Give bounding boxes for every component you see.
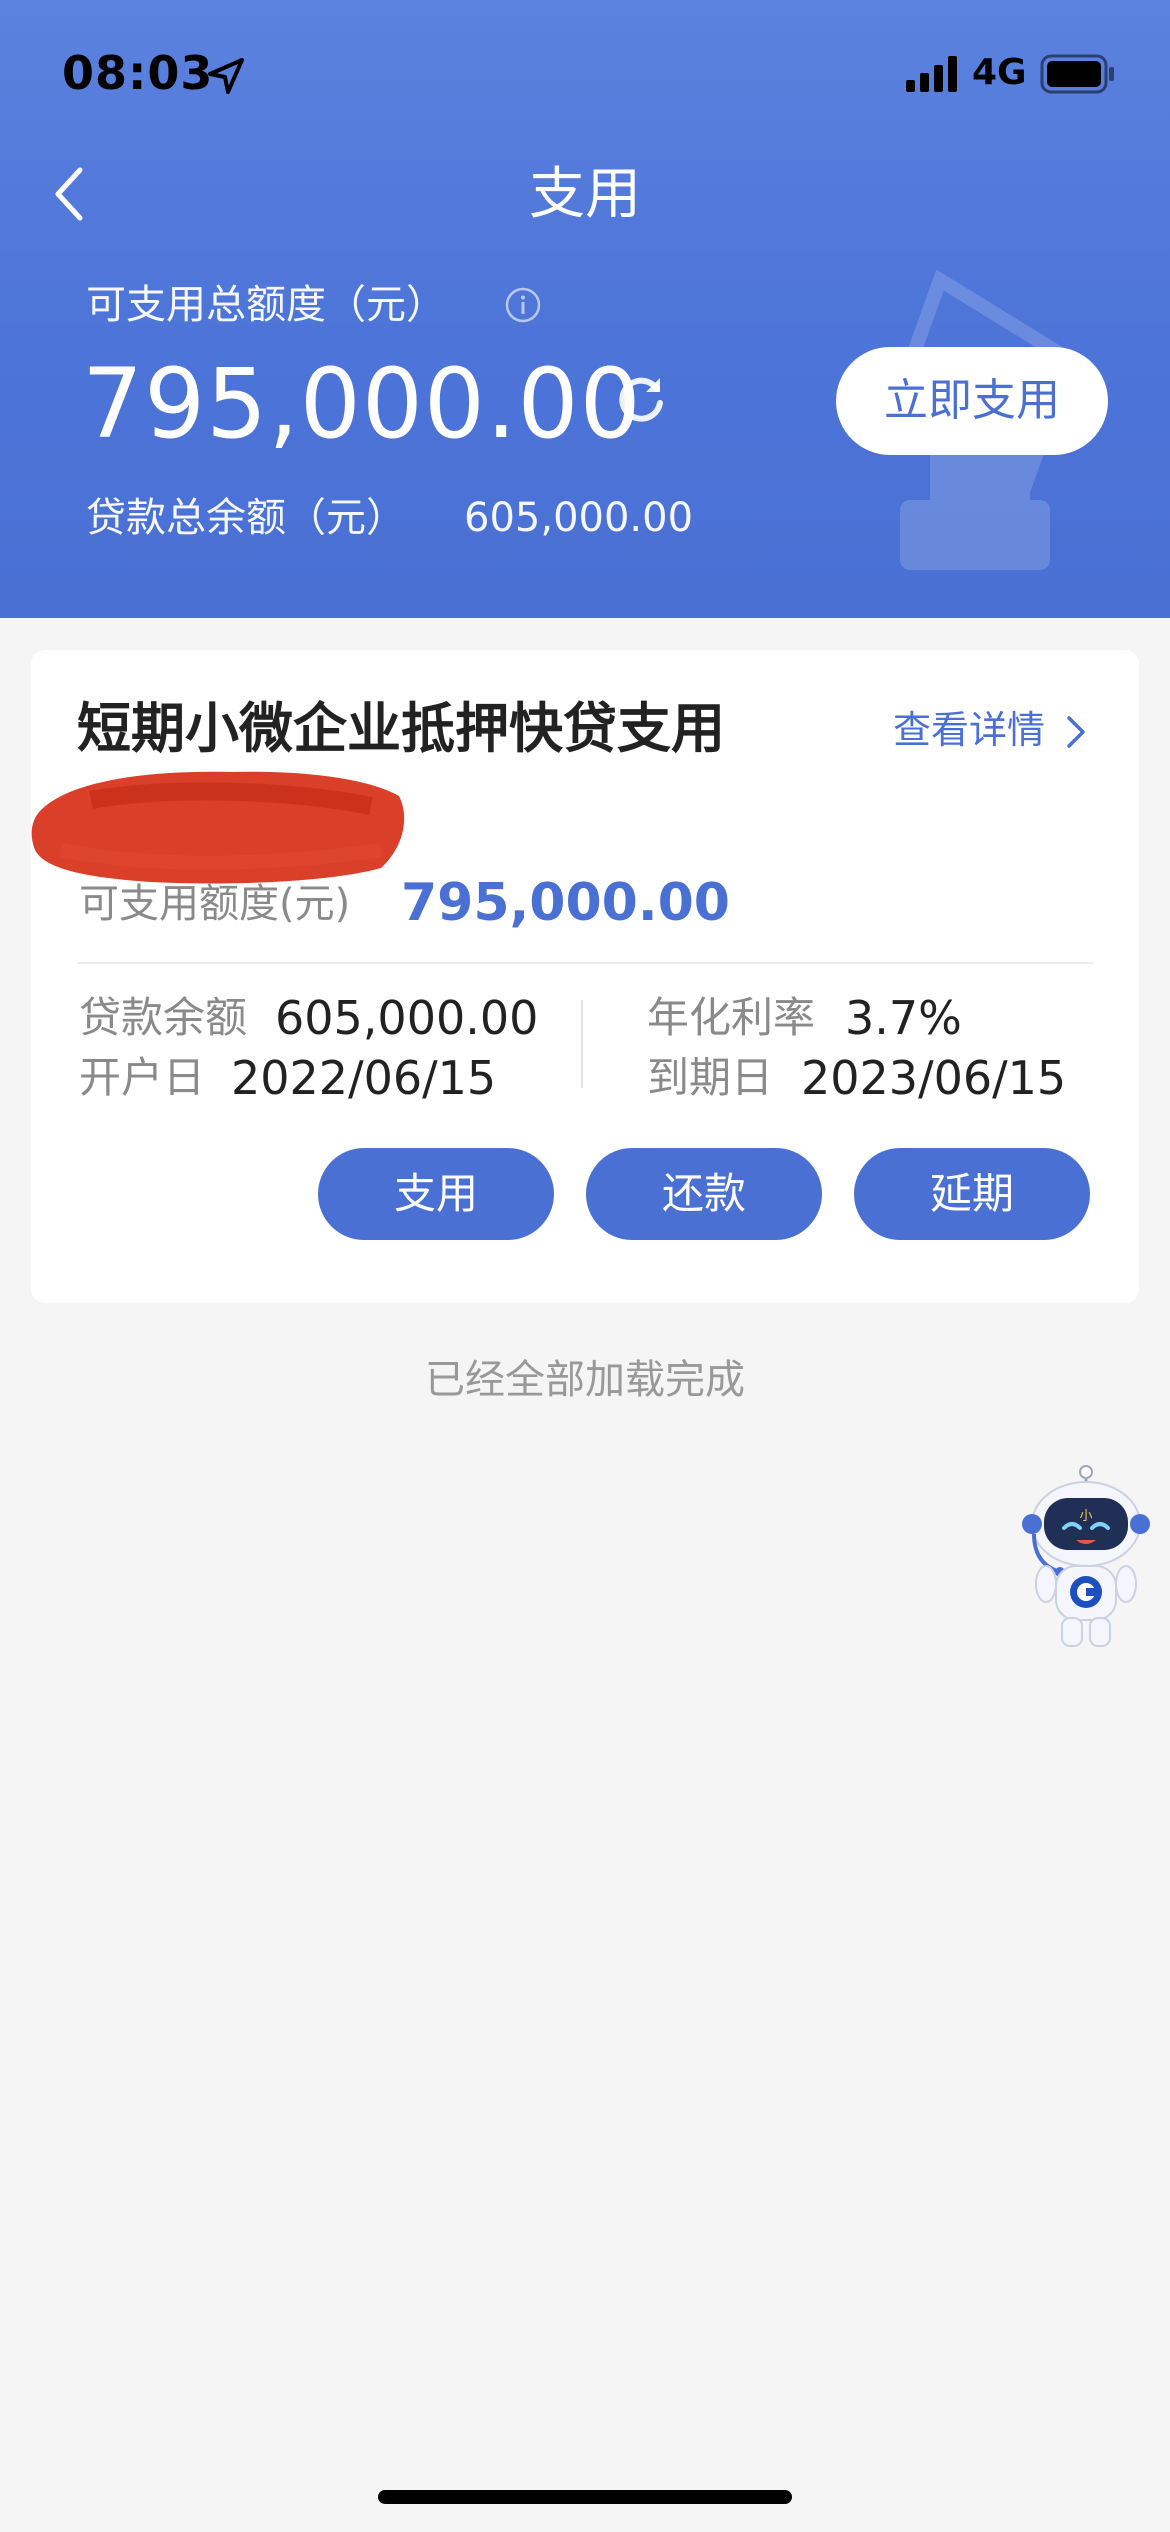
status-bar: 08:03 4G <box>0 0 1170 150</box>
loan-card: 短期小微企业抵押快贷支用 查看详情 可支用额度(元) 795,000.00 贷款… <box>31 650 1139 1303</box>
use-button[interactable]: 支用 <box>318 1148 554 1240</box>
svg-text:小: 小 <box>1079 1509 1092 1524</box>
loan-balance-value: 605,000.00 <box>275 991 539 1045</box>
status-time: 08:03 <box>62 46 214 100</box>
view-details-link[interactable]: 查看详情 <box>893 702 1045 758</box>
due-date-value: 2023/06/15 <box>801 1051 1067 1105</box>
assistant-robot-icon[interactable]: 小 <box>1020 1464 1152 1652</box>
page-title: 支用 <box>529 162 641 227</box>
loan-balance-label: 贷款余额 <box>79 993 248 1042</box>
redacted-account-number <box>31 771 405 884</box>
battery-icon <box>1040 54 1114 94</box>
open-date-label: 开户日 <box>79 1053 206 1102</box>
due-date-label: 到期日 <box>647 1053 774 1102</box>
home-indicator[interactable] <box>378 2490 792 2504</box>
total-balance-value: 605,000.00 <box>464 495 694 541</box>
vertical-divider <box>581 1000 583 1088</box>
info-icon[interactable] <box>504 286 542 324</box>
refresh-icon[interactable] <box>614 372 668 426</box>
total-limit-amount: 795,000.00 <box>82 348 642 460</box>
total-limit-label: 可支用总额度（元） <box>86 282 446 328</box>
use-now-button[interactable]: 立即支用 <box>836 347 1108 455</box>
network-type: 4G <box>972 52 1027 93</box>
chevron-right-icon[interactable] <box>1065 714 1087 750</box>
header: 08:03 4G 支用 可支用总额度（元） 795,000.00 立即支用 贷款… <box>0 0 1170 618</box>
location-arrow-icon <box>208 58 244 94</box>
annual-rate-value: 3.7% <box>845 991 962 1045</box>
total-balance-label: 贷款总余额（元） <box>86 495 406 541</box>
available-limit-value: 795,000.00 <box>401 873 730 933</box>
extend-button[interactable]: 延期 <box>854 1148 1090 1240</box>
annual-rate-label: 年化利率 <box>647 993 816 1042</box>
available-limit-label: 可支用额度(元) <box>79 881 351 927</box>
all-loaded-text: 已经全部加载完成 <box>425 1357 745 1403</box>
repay-button[interactable]: 还款 <box>586 1148 822 1240</box>
divider <box>77 962 1093 964</box>
open-date-value: 2022/06/15 <box>231 1051 497 1105</box>
signal-icon <box>906 56 957 92</box>
